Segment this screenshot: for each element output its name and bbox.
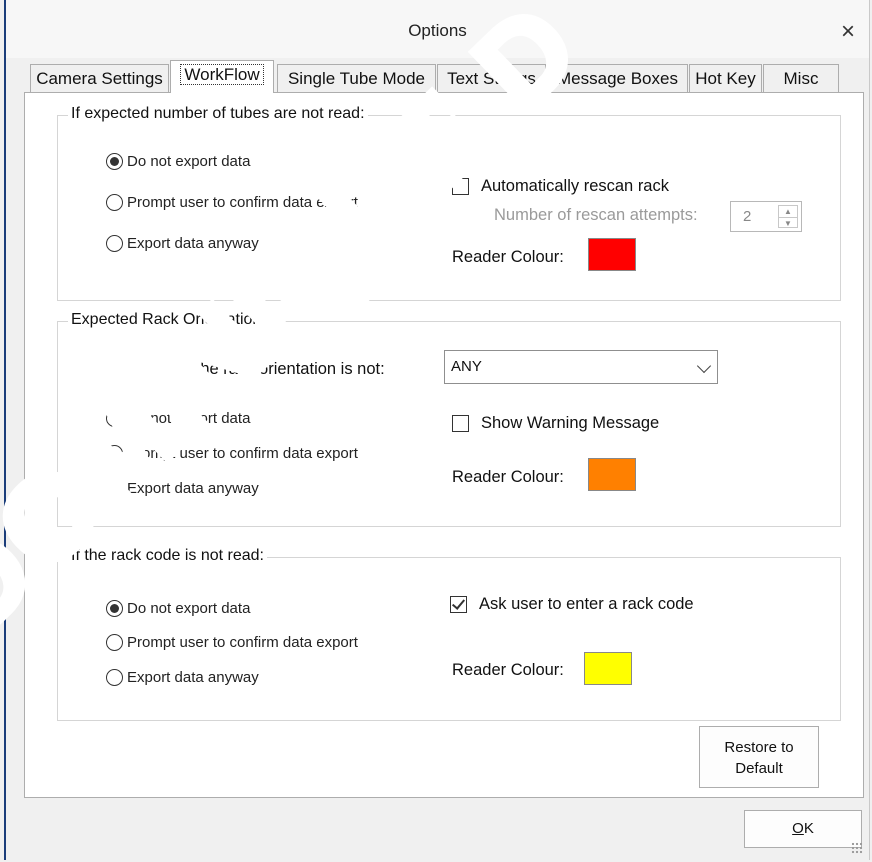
- tab-camera-settings[interactable]: Camera Settings: [30, 64, 169, 92]
- rescan-attempts-label: Number of rescan attempts:: [494, 206, 698, 224]
- radio-icon: [106, 193, 123, 211]
- checkmark-icon: [450, 595, 467, 613]
- orientation-dropdown[interactable]: ANY: [444, 350, 718, 384]
- ask-rack-code-checkbox[interactable]: Ask user to enter a rack code: [450, 592, 694, 616]
- show-warning-checkbox[interactable]: Show Warning Message: [452, 411, 659, 435]
- group-tubes-not-read-legend: If expected number of tubes are not read…: [68, 105, 368, 123]
- close-icon[interactable]: ×: [833, 18, 863, 46]
- orientation-label: If the rack orientation is not:: [182, 360, 385, 378]
- radio-selected-icon: [106, 152, 123, 170]
- g1-reader-colour-swatch[interactable]: [588, 238, 636, 271]
- ok-button[interactable]: OK: [744, 810, 862, 848]
- title-bar[interactable]: Options ×: [6, 0, 869, 58]
- orientation-value: ANY: [451, 358, 482, 375]
- tab-message-boxes[interactable]: Message Boxes: [547, 64, 688, 92]
- options-dialog: Options × Camera Settings WorkFlow Singl…: [4, 0, 870, 860]
- radio-icon: [106, 234, 123, 252]
- radio-icon: [106, 668, 123, 686]
- tab-workflow[interactable]: WorkFlow: [170, 60, 274, 93]
- group-rack-orientation-legend: Expected Rack Orientation: [68, 311, 265, 329]
- ask-rack-code-label: Ask user to enter a rack code: [479, 594, 694, 613]
- g3-reader-colour-swatch[interactable]: [584, 652, 632, 685]
- radio-icon: [106, 633, 123, 651]
- restore-default-button[interactable]: Restore to Default: [699, 726, 819, 788]
- radio-label: Export data anyway: [127, 234, 259, 252]
- g2-reader-colour-label: Reader Colour:: [452, 468, 564, 486]
- radio-label: Do not export data: [127, 599, 251, 617]
- workflow-tab-panel: If expected number of tubes are not read…: [24, 92, 864, 798]
- g3-radio-do-not-export[interactable]: Do not export data: [106, 597, 250, 619]
- restore-label-line2: Default: [735, 760, 783, 777]
- checkbox-icon: [452, 177, 469, 195]
- radio-label: Prompt user to confirm data export: [127, 633, 358, 651]
- restore-label-line1: Restore to: [724, 739, 794, 756]
- g2-radio-export-anyway[interactable]: Export data anyway: [106, 477, 259, 499]
- spin-up-icon[interactable]: ▲: [779, 206, 797, 218]
- radio-label: Prompt user to confirm data export: [127, 444, 358, 462]
- ok-accesskey: O: [792, 820, 804, 837]
- group-tubes-not-read: If expected number of tubes are not read…: [57, 105, 841, 301]
- auto-rescan-checkbox[interactable]: Automatically rescan rack: [452, 174, 669, 198]
- radio-label: Do not export data: [127, 152, 251, 170]
- g3-radio-prompt-user[interactable]: Prompt user to confirm data export: [106, 631, 358, 653]
- show-warning-label: Show Warning Message: [481, 413, 660, 432]
- radio-icon: [106, 479, 123, 497]
- g1-radio-prompt-user[interactable]: Prompt user to confirm data export: [106, 191, 358, 213]
- g2-radio-do-not-export[interactable]: Do not export data: [106, 407, 250, 429]
- group-rack-code-legend: If the rack code is not read:: [68, 547, 267, 565]
- checkbox-icon: [452, 414, 469, 432]
- radio-selected-icon: [106, 599, 123, 617]
- tab-single-tube-mode[interactable]: Single Tube Mode: [277, 64, 436, 92]
- radio-label: Export data anyway: [127, 479, 259, 497]
- tab-text-strings[interactable]: Text Strings: [437, 64, 546, 92]
- g2-radio-prompt-user[interactable]: Prompt user to confirm data export: [106, 442, 358, 464]
- spin-down-icon[interactable]: ▼: [779, 218, 797, 229]
- chevron-down-icon: [696, 358, 712, 374]
- tab-hot-key[interactable]: Hot Key: [689, 64, 762, 92]
- g2-reader-colour-swatch[interactable]: [588, 458, 636, 491]
- auto-rescan-label: Automatically rescan rack: [481, 176, 669, 195]
- g1-radio-export-anyway[interactable]: Export data anyway: [106, 232, 259, 254]
- g3-radio-export-anyway[interactable]: Export data anyway: [106, 666, 259, 688]
- group-rack-orientation: Expected Rack Orientation If the rack or…: [57, 311, 841, 527]
- g1-reader-colour-label: Reader Colour:: [452, 248, 564, 266]
- radio-label: Do not export data: [127, 409, 251, 427]
- radio-selected-icon: [106, 409, 123, 427]
- dialog-title: Options: [408, 21, 467, 40]
- radio-label: Prompt user to confirm data export: [127, 193, 358, 211]
- tab-misc[interactable]: Misc: [763, 64, 839, 92]
- rescan-attempts-spinner[interactable]: 2 ▲ ▼: [730, 201, 802, 232]
- g1-radio-do-not-export[interactable]: Do not export data: [106, 150, 250, 172]
- radio-icon: [106, 444, 123, 462]
- group-rack-code-not-read: If the rack code is not read: Do not exp…: [57, 547, 841, 721]
- ok-label: K: [803, 820, 814, 837]
- g3-reader-colour-label: Reader Colour:: [452, 661, 564, 679]
- radio-label: Export data anyway: [127, 668, 259, 686]
- resize-grip-icon[interactable]: [851, 842, 863, 854]
- rescan-attempts-value: 2: [743, 208, 752, 225]
- spinner-arrows[interactable]: ▲ ▼: [778, 205, 798, 228]
